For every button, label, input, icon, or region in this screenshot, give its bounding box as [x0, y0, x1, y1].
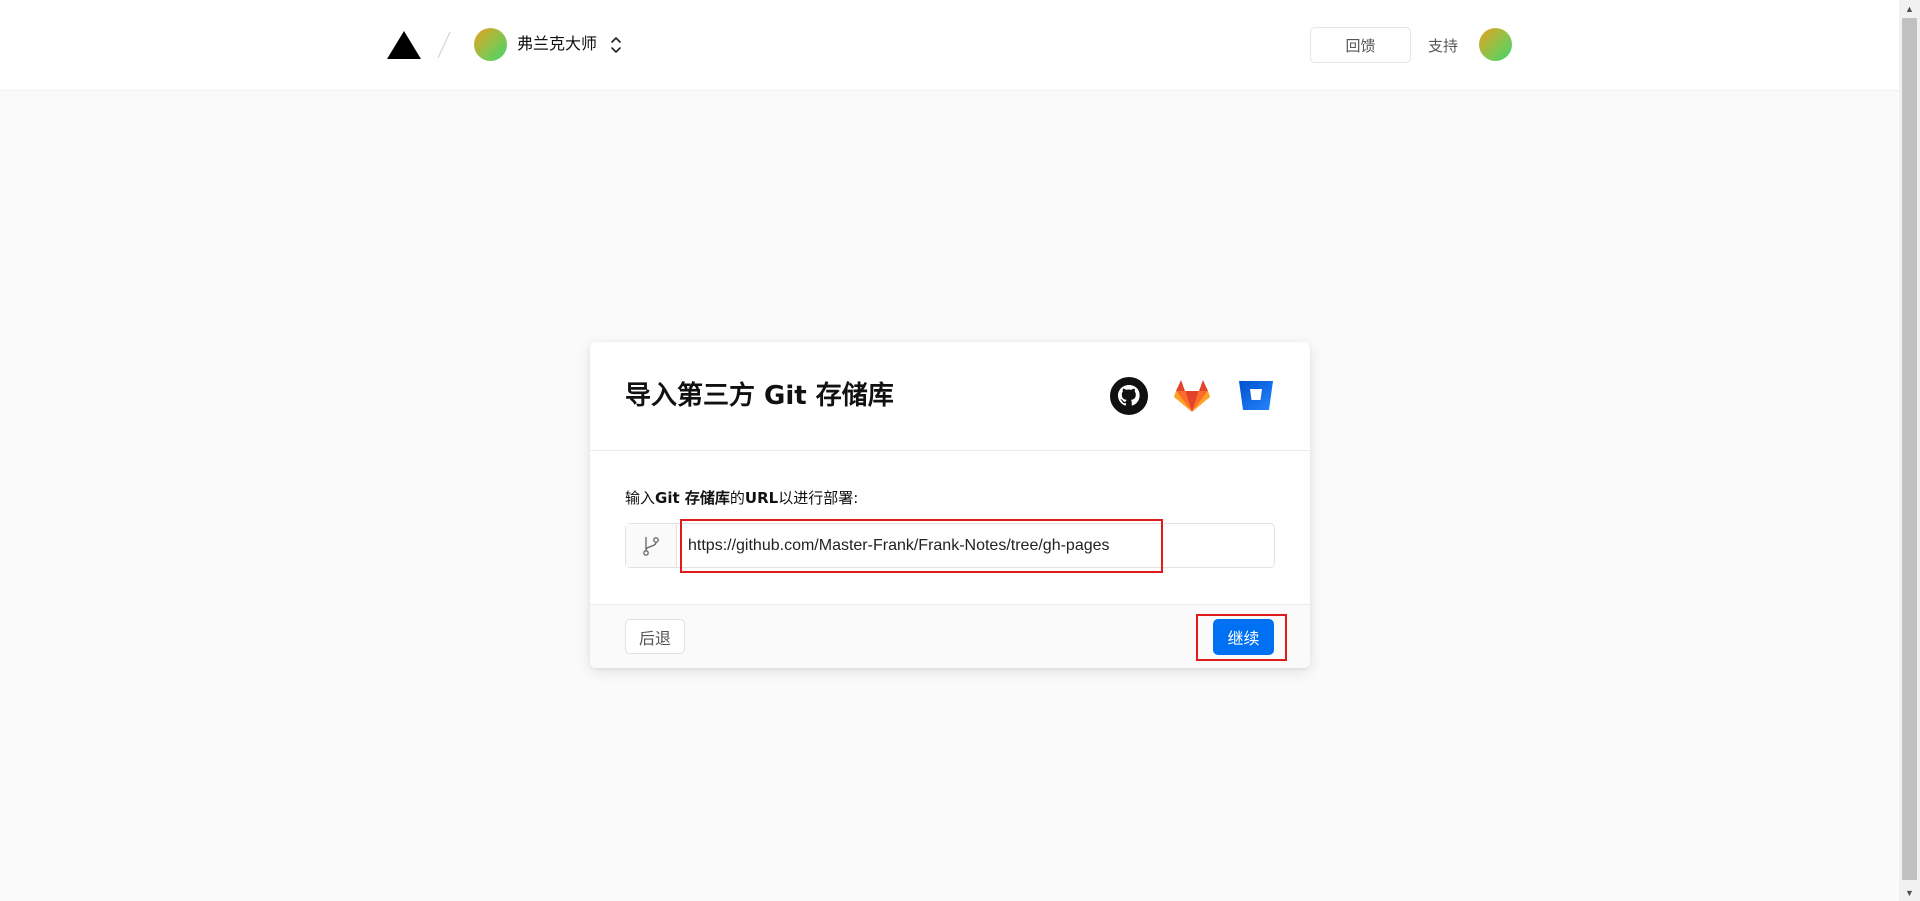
gitlab-icon[interactable] [1172, 376, 1212, 416]
continue-highlight-box [1196, 614, 1287, 661]
label-git-repo: Git 存储库 [655, 489, 730, 507]
url-highlight-box [680, 519, 1163, 573]
url-field-label: 输入Git 存储库的URL以进行部署: [625, 488, 858, 508]
label-suffix: 以进行部署: [778, 489, 859, 507]
support-link[interactable]: 支持 [1428, 35, 1458, 57]
feedback-button[interactable]: 回馈 [1310, 27, 1411, 63]
top-header: 弗兰克大师 回馈 支持 [0, 0, 1899, 91]
page-scrollbar[interactable]: ▲ ▼ [1899, 0, 1920, 901]
breadcrumb-separator-icon [437, 31, 451, 59]
label-url: URL [744, 489, 779, 507]
label-middle: 的 [729, 489, 745, 507]
user-avatar[interactable] [1479, 28, 1512, 61]
label-prefix: 输入 [625, 489, 656, 507]
scroll-up-arrow-icon[interactable]: ▲ [1899, 0, 1920, 17]
back-button[interactable]: 后退 [625, 619, 685, 654]
team-name[interactable]: 弗兰克大师 [517, 34, 597, 56]
github-icon[interactable] [1109, 376, 1149, 416]
team-avatar[interactable] [474, 28, 507, 61]
vercel-logo-icon[interactable] [386, 30, 422, 60]
bitbucket-icon[interactable] [1236, 376, 1276, 416]
scroll-down-arrow-icon[interactable]: ▼ [1899, 884, 1920, 901]
scrollbar-thumb[interactable] [1902, 18, 1917, 880]
card-header: 导入第三方 Git 存储库 [590, 342, 1310, 451]
chevron-up-down-icon[interactable] [609, 34, 623, 56]
card-title: 导入第三方 Git 存储库 [625, 381, 894, 411]
git-branch-icon [626, 524, 677, 567]
